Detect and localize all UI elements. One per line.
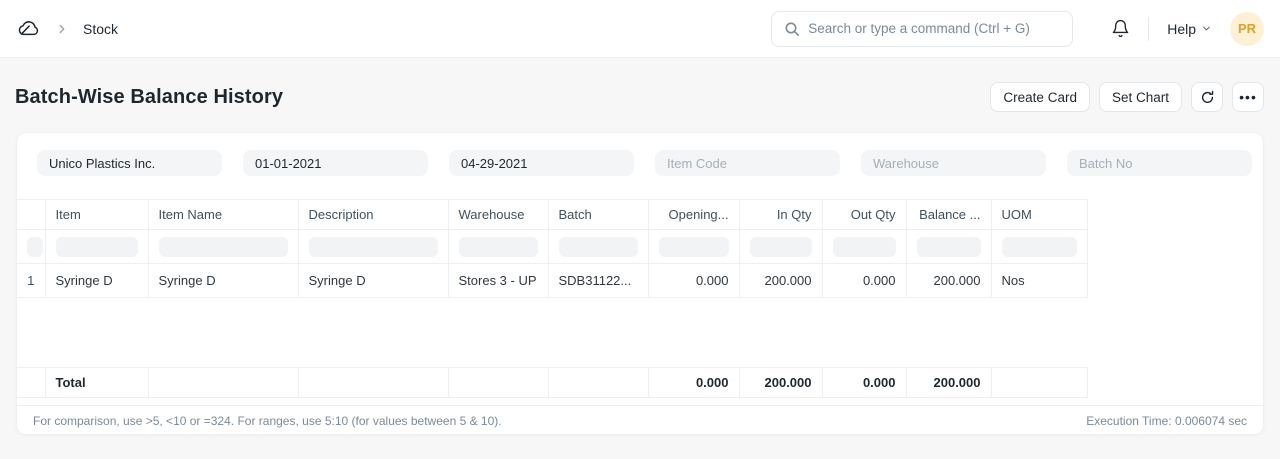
page-head: Batch-Wise Balance History Create Card S… — [0, 58, 1280, 132]
search-input[interactable] — [771, 11, 1073, 47]
breadcrumb-stock[interactable]: Stock — [83, 21, 118, 37]
cell-uom[interactable]: Nos — [991, 264, 1087, 298]
report-datatable: Item Item Name Description Warehouse Bat… — [17, 199, 1263, 398]
help-menu[interactable]: Help — [1167, 21, 1212, 37]
cell-out-qty[interactable]: 0.000 — [822, 264, 906, 298]
column-filter-input[interactable] — [659, 237, 729, 257]
refresh-icon — [1200, 90, 1215, 105]
column-filter-input[interactable] — [459, 237, 538, 257]
cell-balance-qty[interactable]: 200.000 — [906, 264, 991, 298]
filter-hint-text: For comparison, use >5, <10 or =324. For… — [33, 414, 502, 428]
column-header-uom[interactable]: UOM — [991, 200, 1087, 230]
column-filter-input[interactable] — [833, 237, 896, 257]
column-filter-input[interactable] — [309, 237, 438, 257]
warehouse-filter[interactable] — [861, 150, 1046, 176]
page-title: Batch-Wise Balance History — [15, 86, 283, 109]
report-footer: For comparison, use >5, <10 or =324. For… — [17, 405, 1263, 435]
cell-warehouse[interactable]: Stores 3 - UP — [448, 264, 548, 298]
user-avatar[interactable]: PR — [1230, 12, 1264, 46]
total-opening-qty: 0.000 — [648, 368, 739, 398]
column-header-out-qty[interactable]: Out Qty — [822, 200, 906, 230]
total-label: Total — [45, 368, 148, 398]
to-date-filter[interactable] — [449, 150, 634, 176]
column-header-description[interactable]: Description — [298, 200, 448, 230]
total-balance-qty: 200.000 — [906, 368, 991, 398]
item-code-filter[interactable] — [655, 150, 840, 176]
set-chart-button[interactable]: Set Chart — [1099, 82, 1182, 112]
app-logo-icon[interactable] — [16, 16, 41, 41]
column-header-opening-qty[interactable]: Opening... — [648, 200, 739, 230]
menu-button[interactable]: ••• — [1232, 82, 1264, 112]
navbar: Stock Help PR — [0, 0, 1280, 58]
report-filter-bar — [17, 133, 1263, 176]
column-filter-input[interactable] — [27, 237, 43, 257]
column-filter-input[interactable] — [559, 237, 638, 257]
column-filter-input[interactable] — [159, 237, 288, 257]
column-header-index — [17, 200, 45, 230]
total-index-cell — [17, 368, 45, 398]
table-row: 1 Syringe D Syringe D Syringe D Stores 3… — [17, 264, 1087, 298]
cell-batch[interactable]: SDB31122... — [548, 264, 648, 298]
report-card: Item Item Name Description Warehouse Bat… — [16, 132, 1264, 435]
column-header-item-name[interactable]: Item Name — [148, 200, 298, 230]
column-filter-input[interactable] — [56, 237, 138, 257]
total-out-qty: 0.000 — [822, 368, 906, 398]
column-header-warehouse[interactable]: Warehouse — [448, 200, 548, 230]
navbar-divider — [1148, 17, 1149, 41]
row-index: 1 — [17, 264, 45, 298]
column-header-batch[interactable]: Batch — [548, 200, 648, 230]
cell-item-name[interactable]: Syringe D — [148, 264, 298, 298]
table-header-row: Item Item Name Description Warehouse Bat… — [17, 200, 1087, 230]
global-search — [771, 11, 1073, 47]
batch-no-filter[interactable] — [1067, 150, 1252, 176]
from-date-filter[interactable] — [243, 150, 428, 176]
cell-item[interactable]: Syringe D — [45, 264, 148, 298]
total-in-qty: 200.000 — [739, 368, 822, 398]
column-header-in-qty[interactable]: In Qty — [739, 200, 822, 230]
total-row: Total 0.000 200.000 0.000 200.000 — [17, 368, 1087, 398]
cell-description[interactable]: Syringe D — [298, 264, 448, 298]
column-filter-input[interactable] — [750, 237, 812, 257]
column-header-balance-qty[interactable]: Balance ... — [906, 200, 991, 230]
cell-in-qty[interactable]: 200.000 — [739, 264, 822, 298]
cell-opening-qty[interactable]: 0.000 — [648, 264, 739, 298]
column-filter-row — [17, 230, 1087, 264]
refresh-button[interactable] — [1191, 82, 1223, 112]
execution-time: Execution Time: 0.006074 sec — [1086, 414, 1247, 428]
table-empty-space — [17, 298, 1263, 367]
column-filter-input[interactable] — [1002, 237, 1077, 257]
company-filter[interactable] — [37, 150, 222, 176]
notifications-bell-icon[interactable] — [1111, 19, 1130, 38]
column-filter-input[interactable] — [917, 237, 981, 257]
column-header-item[interactable]: Item — [45, 200, 148, 230]
chevron-right-icon — [55, 22, 69, 36]
chevron-down-icon — [1201, 23, 1212, 34]
create-card-button[interactable]: Create Card — [990, 82, 1090, 112]
ellipsis-icon: ••• — [1239, 90, 1257, 104]
help-label: Help — [1167, 21, 1196, 37]
